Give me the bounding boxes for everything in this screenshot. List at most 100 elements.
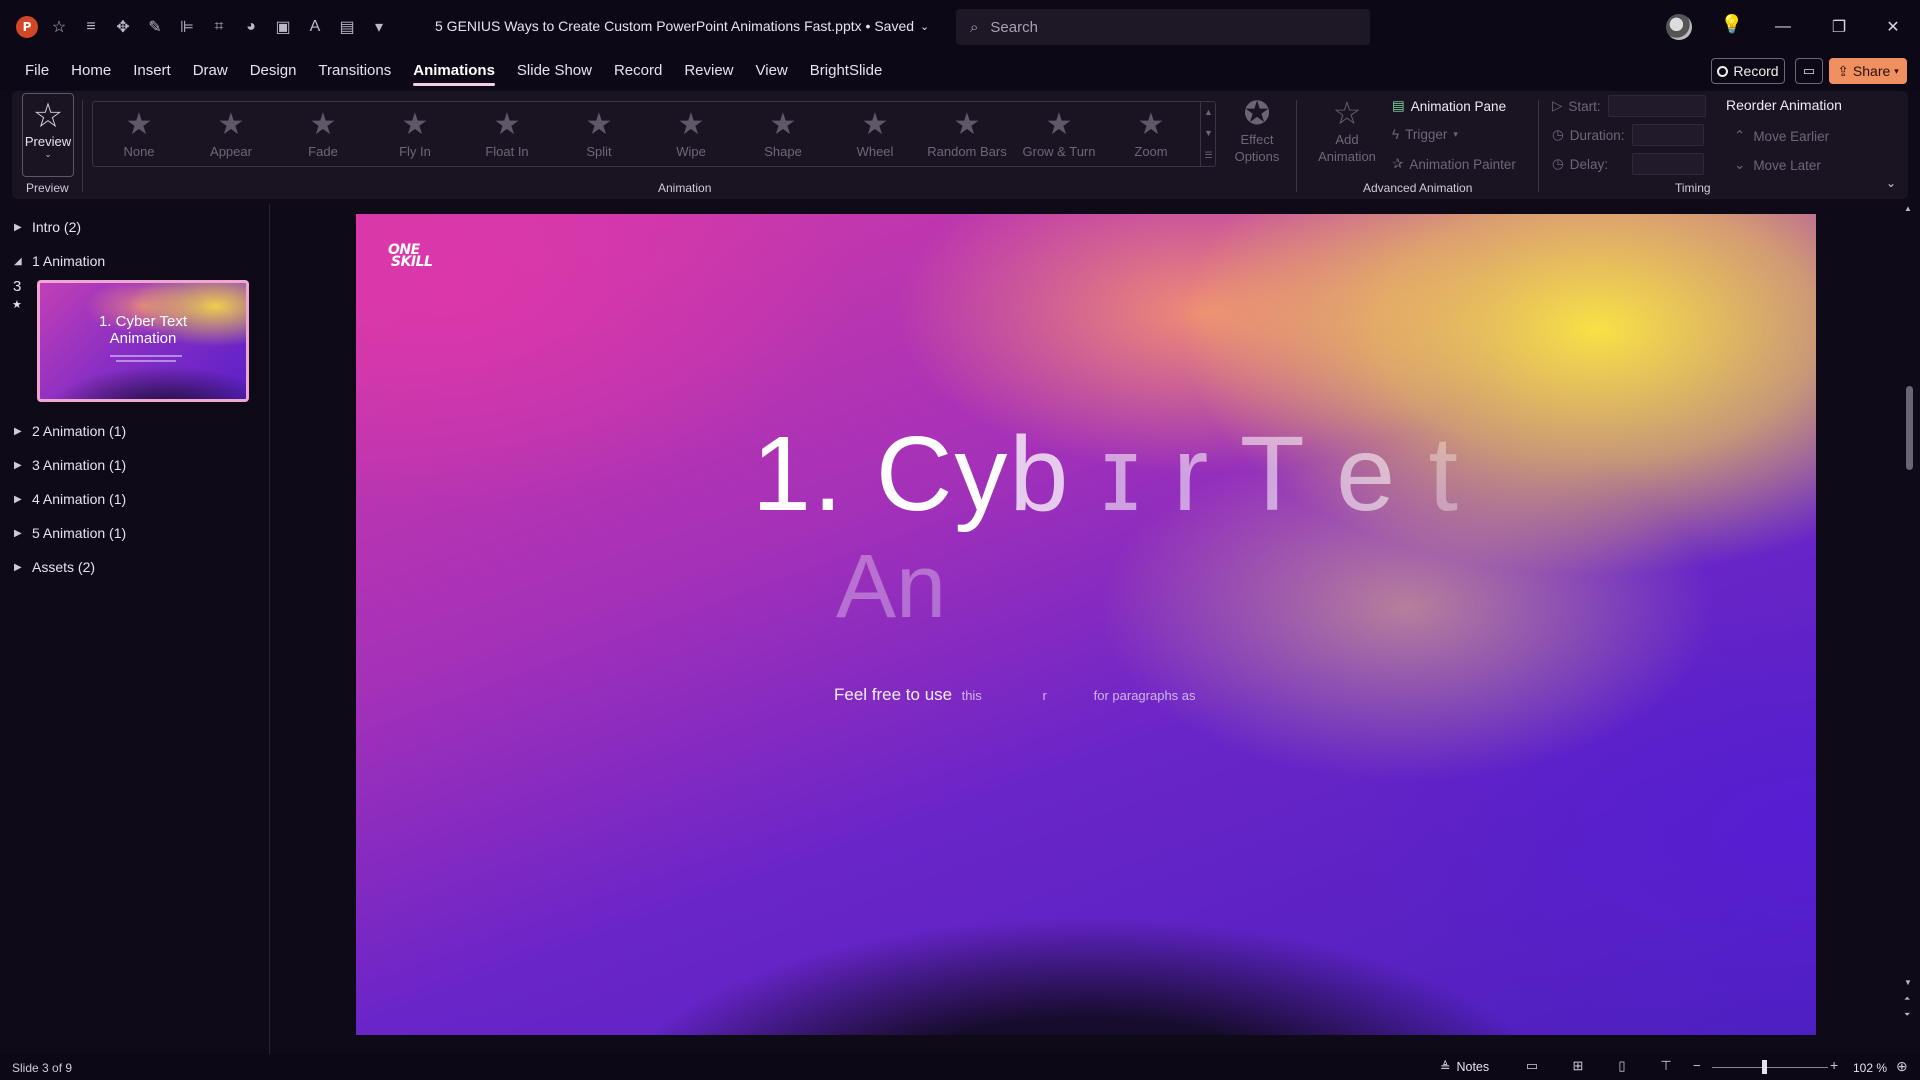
reading-view-icon[interactable]: ▯ xyxy=(1612,1058,1632,1076)
restore-button[interactable]: ❐ xyxy=(1816,10,1862,44)
tab-insert[interactable]: Insert xyxy=(122,62,182,88)
previous-slide-icon[interactable]: ⏶ xyxy=(1904,994,1910,1004)
customize-qat-icon[interactable]: ▾ xyxy=(366,14,392,40)
animation-label: Float In xyxy=(485,144,529,159)
notes-button[interactable]: ≜ Notes xyxy=(1440,1059,1489,1075)
layout-icon[interactable]: ▤ xyxy=(334,14,360,40)
tab-brightslide[interactable]: BrightSlide xyxy=(799,62,894,88)
slide-title[interactable]: 1. Cyb ɪ r T e t xyxy=(752,414,1460,535)
section-assets-2-[interactable]: ▶ Assets (2) xyxy=(14,559,95,575)
zoom-slider-thumb[interactable] xyxy=(1762,1060,1768,1074)
duration-input[interactable] xyxy=(1632,124,1704,146)
add-animation-button[interactable]: ☆ Add Animation xyxy=(1308,95,1386,171)
scroll-up-icon[interactable]: ▲ xyxy=(1904,204,1912,213)
delay-input[interactable] xyxy=(1632,153,1704,175)
tab-home[interactable]: Home xyxy=(60,62,122,88)
scroll-down-icon[interactable]: ▼ xyxy=(1904,978,1912,987)
search-input[interactable] xyxy=(990,18,1321,36)
picture-icon[interactable]: ▣ xyxy=(270,14,296,40)
animation-none-button[interactable]: ★ None xyxy=(93,102,185,166)
section-intro-2-[interactable]: ▶ Intro (2) xyxy=(14,219,81,235)
expand-triangle-icon[interactable]: ▶ xyxy=(14,528,24,539)
favorite-star-icon[interactable]: ☆ xyxy=(46,14,72,40)
zoom-in-icon[interactable]: + xyxy=(1830,1057,1838,1073)
expand-triangle-icon[interactable]: ▶ xyxy=(14,222,24,233)
section-3-animation-1-[interactable]: ▶ 3 Animation (1) xyxy=(14,457,126,473)
move-earlier-button[interactable]: ⌃ Move Earlier xyxy=(1734,128,1829,144)
animation-zoom-button[interactable]: ★ Zoom xyxy=(1105,102,1197,166)
tab-review[interactable]: Review xyxy=(673,62,744,88)
animation-appear-button[interactable]: ★ Appear xyxy=(185,102,277,166)
comments-button[interactable]: ▭ xyxy=(1795,58,1823,84)
section-1-animation[interactable]: ◢ 1 Animation xyxy=(14,253,105,269)
gallery-up-icon[interactable]: ▲ xyxy=(1204,107,1213,117)
align-icon[interactable]: ≡ xyxy=(78,14,104,40)
distribute-icon[interactable]: ⊫ xyxy=(174,14,200,40)
close-button[interactable]: ✕ xyxy=(1870,10,1916,44)
animation-painter-button[interactable]: ✰ Animation Painter xyxy=(1392,156,1516,172)
gallery-scroll[interactable]: ▲ ▼ ☰ xyxy=(1200,101,1216,167)
tab-view[interactable]: View xyxy=(745,62,799,88)
tab-animations[interactable]: Animations xyxy=(402,62,506,88)
search-box[interactable]: ⌕ xyxy=(956,9,1370,45)
section-label: Intro (2) xyxy=(32,219,82,235)
section-4-animation-1-[interactable]: ▶ 4 Animation (1) xyxy=(14,491,126,507)
collapse-triangle-icon[interactable]: ◢ xyxy=(14,256,24,267)
tab-slide-show[interactable]: Slide Show xyxy=(506,62,603,88)
slide-thumbnail[interactable]: 1. Cyber Text Animation xyxy=(37,280,249,402)
zoom-out-icon[interactable]: − xyxy=(1693,1058,1701,1073)
trigger-button[interactable]: ϟ Trigger ▾ xyxy=(1392,127,1458,142)
slide-canvas[interactable]: ONE SKILL 1. Cyb ɪ r T e t An Feel free … xyxy=(356,214,1816,1035)
expand-triangle-icon[interactable]: ▶ xyxy=(14,426,24,437)
collapse-ribbon-icon[interactable]: ⌄ xyxy=(1886,176,1896,190)
paint-icon[interactable]: ✎ xyxy=(142,14,168,40)
gallery-down-icon[interactable]: ▼ xyxy=(1204,128,1213,138)
zoom-slider[interactable] xyxy=(1712,1067,1828,1068)
expand-triangle-icon[interactable]: ▶ xyxy=(14,460,24,471)
minimize-button[interactable]: — xyxy=(1760,10,1806,44)
vertical-scrollbar[interactable]: ▲ ▼ ⏶ ⏷ xyxy=(1902,204,1916,1054)
tab-design[interactable]: Design xyxy=(239,62,308,88)
tab-draw[interactable]: Draw xyxy=(182,62,239,88)
animation-float-in-button[interactable]: ★ Float In xyxy=(461,102,553,166)
tab-file[interactable]: File xyxy=(14,62,60,88)
animation-pane-button[interactable]: ▤ Animation Pane xyxy=(1392,98,1506,114)
animation-fly-in-button[interactable]: ★ Fly In xyxy=(369,102,461,166)
animation-fade-button[interactable]: ★ Fade xyxy=(277,102,369,166)
move-icon[interactable]: ✥ xyxy=(110,14,136,40)
avatar[interactable] xyxy=(1666,14,1692,40)
animation-wheel-button[interactable]: ★ Wheel xyxy=(829,102,921,166)
scroll-thumb[interactable] xyxy=(1906,386,1913,470)
expand-triangle-icon[interactable]: ▶ xyxy=(14,494,24,505)
section-2-animation-1-[interactable]: ▶ 2 Animation (1) xyxy=(14,423,126,439)
gallery-more-icon[interactable]: ☰ xyxy=(1204,150,1212,161)
font-icon[interactable]: A xyxy=(302,14,328,40)
effect-options-button[interactable]: ✪ Effect Options xyxy=(1232,95,1282,171)
section-5-animation-1-[interactable]: ▶ 5 Animation (1) xyxy=(14,525,126,541)
preview-button[interactable]: ☆ Preview ⌄ xyxy=(22,93,74,177)
tab-record[interactable]: Record xyxy=(603,62,673,88)
share-button[interactable]: ⇪ Share ▾ xyxy=(1829,58,1907,84)
shapes-icon[interactable]: ◕ xyxy=(238,14,264,40)
animation-shape-button[interactable]: ★ Shape xyxy=(737,102,829,166)
record-button[interactable]: Record xyxy=(1711,58,1785,84)
document-title[interactable]: 5 GENIUS Ways to Create Custom PowerPoin… xyxy=(435,18,929,34)
crop-icon[interactable]: ⌗ xyxy=(206,14,232,40)
fit-to-window-icon[interactable]: ⊕ xyxy=(1896,1058,1908,1075)
animation-split-button[interactable]: ★ Split xyxy=(553,102,645,166)
slide-sorter-icon[interactable]: ⊞ xyxy=(1568,1058,1588,1076)
slideshow-view-icon[interactable]: ⊤ xyxy=(1656,1058,1676,1076)
normal-view-icon[interactable]: ▭ xyxy=(1522,1058,1542,1076)
zoom-level[interactable]: 102 % xyxy=(1853,1061,1887,1075)
animation-grow-turn-button[interactable]: ★ Grow & Turn xyxy=(1013,102,1105,166)
move-later-button[interactable]: ⌄ Move Later xyxy=(1734,157,1821,173)
animation-wipe-button[interactable]: ★ Wipe xyxy=(645,102,737,166)
slide-body-text[interactable]: Feel free to use this r for paragraphs a… xyxy=(834,685,1196,705)
lightbulb-icon[interactable]: 💡 xyxy=(1720,14,1744,40)
tab-transitions[interactable]: Transitions xyxy=(307,62,402,88)
start-dropdown[interactable] xyxy=(1608,95,1706,117)
animation-random-bars-button[interactable]: ★ Random Bars xyxy=(921,102,1013,166)
next-slide-icon[interactable]: ⏷ xyxy=(1904,1010,1910,1020)
record-label: Record xyxy=(1733,63,1779,79)
expand-triangle-icon[interactable]: ▶ xyxy=(14,562,24,573)
